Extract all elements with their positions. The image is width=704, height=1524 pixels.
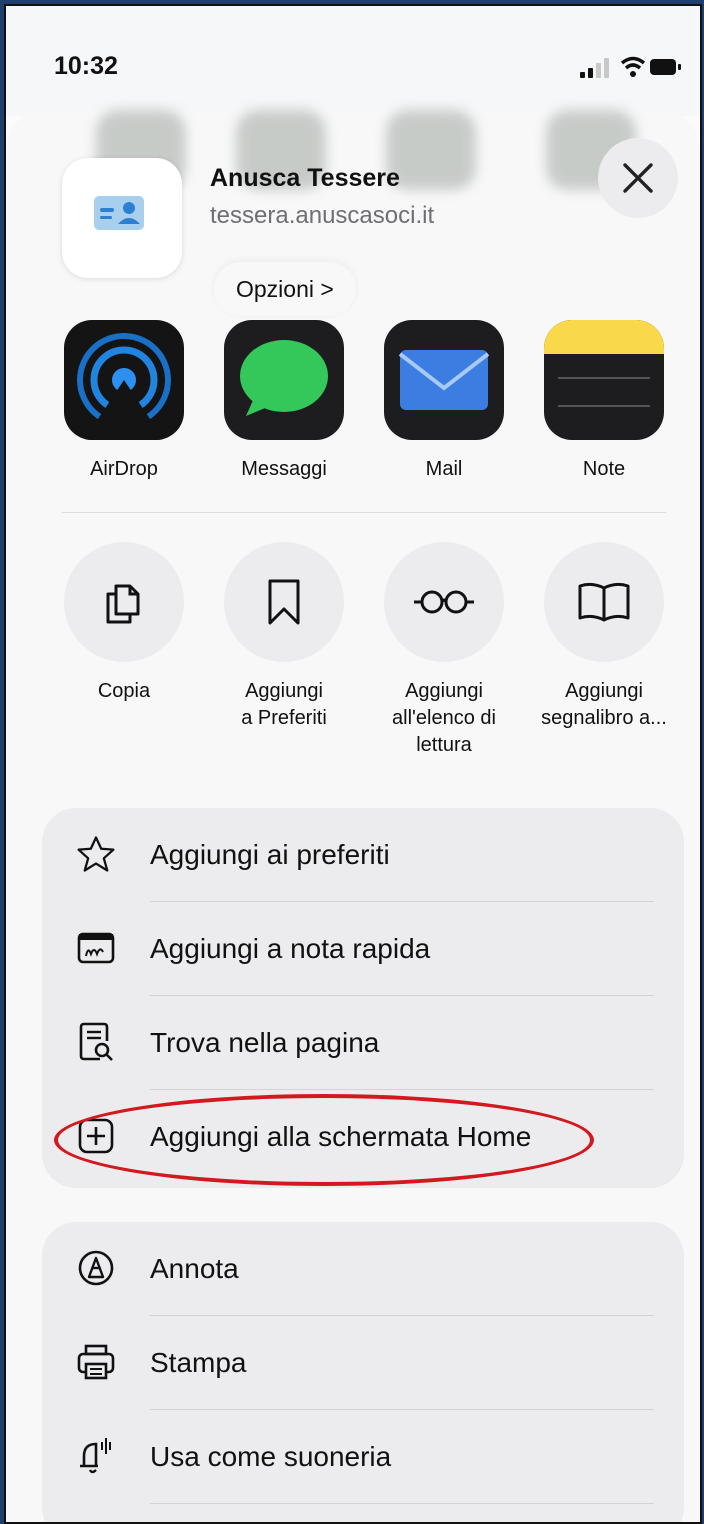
site-url: tessera.anuscasoci.it [210, 202, 435, 229]
share-app-messages[interactable]: Messaggi [224, 320, 344, 481]
find-in-page-icon [79, 1022, 113, 1061]
share-app-label: Note [582, 458, 626, 480]
star-icon [77, 836, 115, 872]
bookmark-icon [268, 579, 300, 625]
messages-icon [240, 340, 328, 416]
close-icon [623, 163, 653, 193]
airdrop-icon [77, 333, 171, 440]
site-title: Anusca Tessere [210, 164, 400, 192]
site-icon [62, 158, 182, 278]
notes-icon [544, 320, 664, 407]
mail-icon [398, 350, 490, 410]
divider [62, 512, 666, 513]
status-time: 10:32 [54, 52, 118, 80]
separator [150, 1503, 654, 1504]
share-app-label: AirDrop [90, 458, 158, 480]
share-app-label: Messaggi [241, 458, 327, 480]
highlight-ellipse [54, 1094, 594, 1186]
menu-item-label: Annota [150, 1253, 239, 1284]
menu-item-label: Stampa [150, 1347, 247, 1378]
book-icon [578, 582, 630, 622]
menu-group-2: Annota Stampa Usa come suoneria [42, 1222, 684, 1522]
menu-item-quick-note[interactable]: Aggiungi a nota rapida [42, 902, 684, 996]
status-icons [580, 56, 681, 78]
action-reading-list[interactable]: Aggiungi all'elenco di lettura [364, 542, 524, 759]
glasses-icon [414, 590, 474, 614]
menu-item-markup[interactable]: Annota [42, 1222, 684, 1316]
menu-item-label: Trova nella pagina [150, 1027, 380, 1058]
options-button[interactable]: Opzioni > [214, 262, 356, 316]
printer-icon [77, 1344, 115, 1380]
close-button[interactable] [598, 138, 678, 218]
menu-item-label: Usa come suoneria [150, 1441, 392, 1472]
action-label: Aggiungi all'elenco di lettura [392, 680, 496, 756]
action-label: Aggiungi a Preferiti [241, 680, 327, 729]
action-copy[interactable]: Copia [44, 542, 204, 705]
status-bar: 10:32 [6, 6, 700, 116]
share-app-notes[interactable]: Note [544, 320, 664, 481]
menu-item-ringtone[interactable]: Usa come suoneria [42, 1410, 684, 1504]
menu-item-add-to-favorites[interactable]: Aggiungi ai preferiti [42, 808, 684, 902]
menu-item-label: Aggiungi ai preferiti [150, 839, 390, 870]
markup-icon [78, 1250, 114, 1286]
menu-item-print[interactable]: Stampa [42, 1316, 684, 1410]
phone-screen: 10:32 Anusca Tessere tessera.anuscasoci.… [4, 4, 702, 1524]
menu-item-label: Aggiungi a nota rapida [150, 933, 431, 964]
quick-note-icon [77, 932, 115, 964]
menu-item-find-in-page[interactable]: Trova nella pagina [42, 996, 684, 1090]
copy-icon [106, 584, 140, 624]
action-label: Copia [97, 680, 151, 702]
id-card-icon [94, 196, 144, 230]
share-app-label: Mail [425, 458, 463, 480]
action-add-favorites[interactable]: Aggiungi a Preferiti [204, 542, 364, 732]
action-label: Aggiungi segnalibro a... [541, 680, 667, 729]
share-app-mail[interactable]: Mail [384, 320, 504, 481]
action-add-bookmark[interactable]: Aggiungi segnalibro a... [524, 542, 684, 732]
bell-icon [80, 1438, 111, 1474]
share-app-airdrop[interactable]: AirDrop [64, 320, 184, 481]
